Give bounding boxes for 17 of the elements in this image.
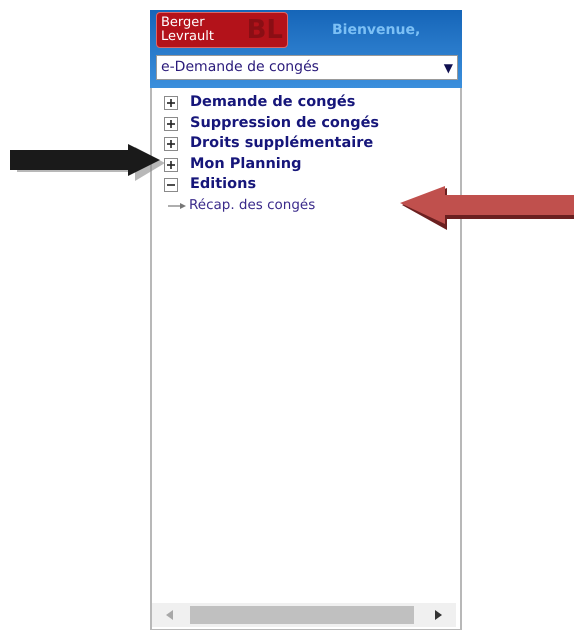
tree-item[interactable]: Mon Planning — [190, 154, 302, 176]
collapse-icon[interactable] — [164, 178, 178, 192]
expand-icon[interactable] — [164, 158, 178, 172]
logo-text: Levrault — [161, 30, 214, 44]
arrow-icon — [168, 202, 186, 210]
module-dropdown[interactable]: e-Demande de congés ▼ — [156, 55, 458, 80]
tree-item[interactable]: Demande de congés — [190, 92, 356, 114]
tree-link[interactable]: Récap. des congés — [189, 195, 316, 216]
horizontal-scrollbar[interactable] — [152, 603, 456, 627]
tree-item[interactable]: Suppression de congés — [190, 112, 380, 135]
logo-text: Berger — [161, 16, 206, 30]
greeting: Bienvenue, — [332, 20, 420, 40]
expand-icon[interactable] — [164, 137, 178, 152]
expand-icon[interactable] — [164, 96, 178, 110]
tree-item[interactable]: Editions — [190, 174, 256, 196]
expand-icon[interactable] — [164, 116, 178, 131]
tree-item[interactable]: Droits supplémentaire — [190, 133, 374, 156]
